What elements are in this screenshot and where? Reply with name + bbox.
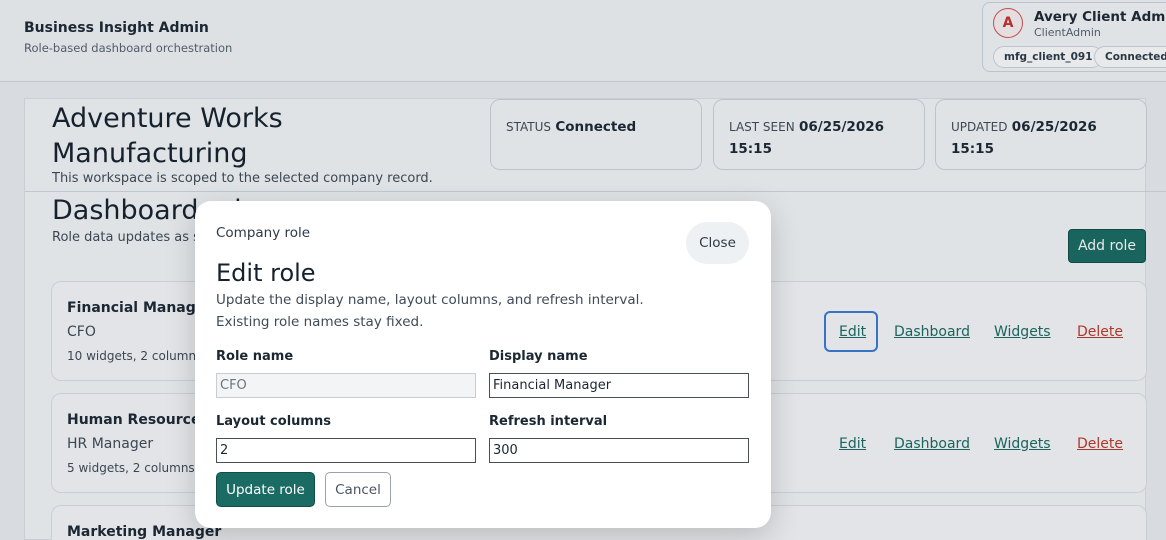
update-role-button[interactable]: Update role	[216, 472, 315, 507]
refresh-interval-label: Refresh interval	[489, 414, 608, 429]
dialog-description: Update the display name, layout columns,…	[216, 292, 644, 330]
role-name-label: Role name	[216, 349, 294, 364]
role-name-input	[216, 373, 476, 398]
edit-role-dialog: Company role Edit role Update the displa…	[195, 201, 771, 528]
layout-columns-input[interactable]	[216, 438, 476, 463]
layout-columns-label: Layout columns	[216, 414, 331, 429]
display-name-input[interactable]	[489, 373, 749, 398]
cancel-button[interactable]: Cancel	[325, 472, 391, 507]
dialog-eyebrow: Company role	[216, 225, 311, 241]
dialog-title: Edit role	[216, 259, 316, 287]
refresh-interval-input[interactable]	[489, 438, 749, 463]
close-button[interactable]: Close	[686, 222, 749, 264]
display-name-label: Display name	[489, 349, 588, 364]
